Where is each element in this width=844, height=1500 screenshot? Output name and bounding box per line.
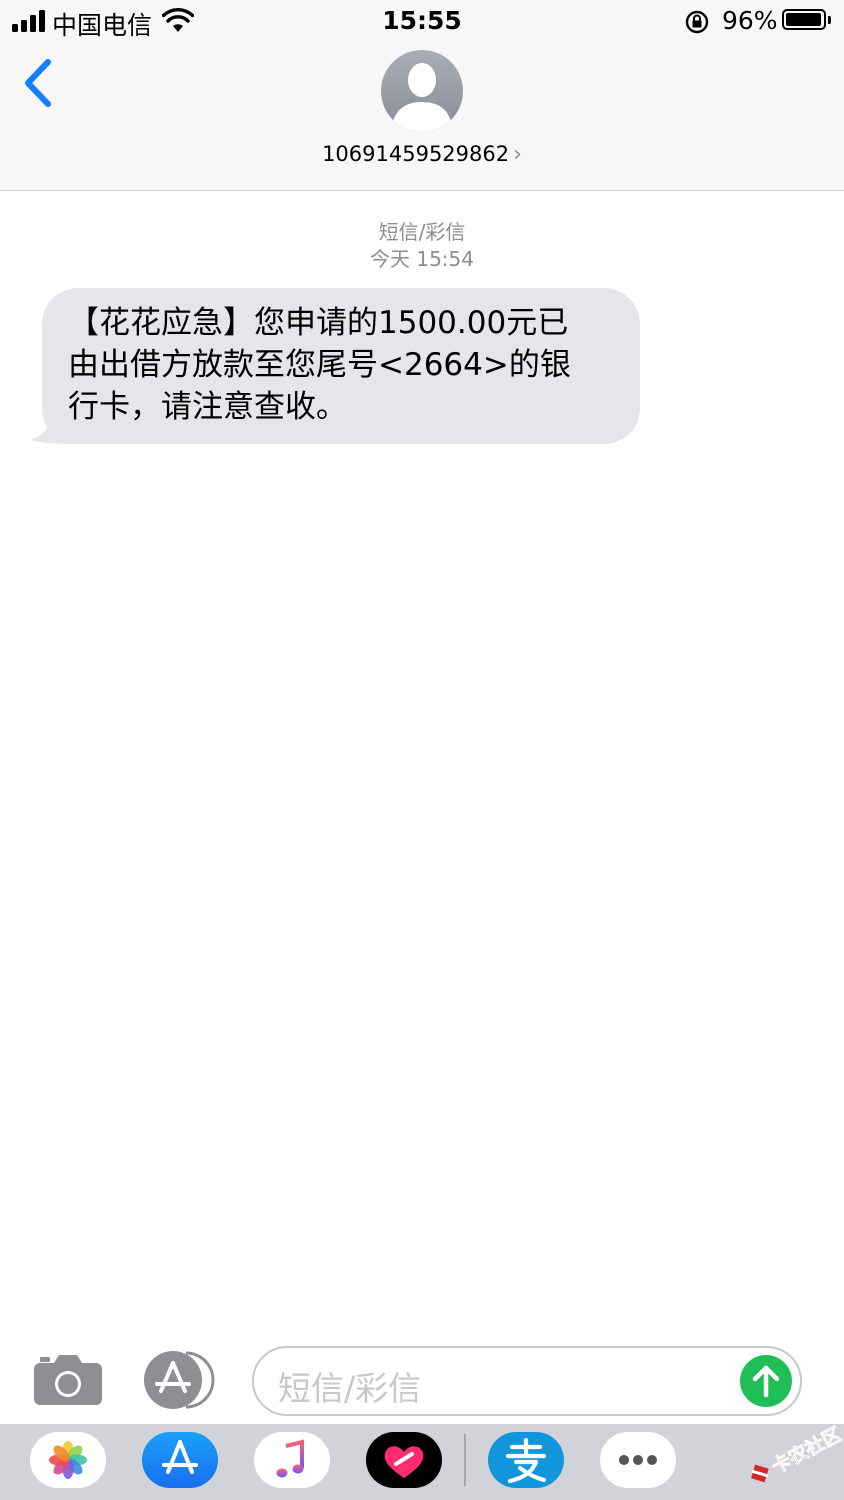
music-app-button[interactable]: [254, 1432, 330, 1488]
watermark-text: 卡农社区: [768, 1422, 842, 1478]
incoming-message-bubble[interactable]: 【花花应急】您申请的1500.00元已 由出借方放款至您尾号<2664>的银 行…: [42, 288, 640, 444]
contact-name[interactable]: 10691459529862 ›: [0, 142, 844, 167]
app-store-app-button[interactable]: [142, 1432, 218, 1488]
battery-percent: 96%: [722, 6, 778, 35]
app-drawer: [0, 1424, 844, 1500]
message-input-placeholder: 短信/彩信: [278, 1369, 422, 1408]
status-time: 15:55: [382, 6, 462, 35]
message-bubble-container: 【花花应急】您申请的1500.00元已 由出借方放款至您尾号<2664>的银 行…: [30, 288, 640, 444]
message-line: 行卡，请注意查收。: [68, 389, 347, 425]
person-silhouette-icon: [391, 63, 453, 132]
app-store-button[interactable]: [142, 1351, 216, 1409]
message-timestamp: 今天 15:54: [370, 247, 474, 271]
photos-app-button[interactable]: [30, 1432, 106, 1488]
rotation-lock-icon: [685, 10, 709, 34]
message-input[interactable]: 短信/彩信: [252, 1346, 802, 1416]
chevron-right-icon: ›: [513, 142, 522, 167]
alipay-app-button[interactable]: [488, 1432, 564, 1488]
arrow-up-icon: [752, 1365, 780, 1398]
send-button[interactable]: [740, 1355, 792, 1407]
service-label: 短信/彩信: [378, 220, 466, 244]
digital-touch-icon: [384, 1446, 424, 1478]
music-icon: [276, 1439, 304, 1478]
tray-divider: [464, 1434, 466, 1486]
alipay-icon: [505, 1437, 547, 1484]
message-line: 【花花应急】您申请的1500.00元已: [68, 305, 569, 341]
app-store-icon: [162, 1440, 198, 1474]
status-bar: 中国电信 15:55 96%: [0, 0, 844, 44]
watermark: 卡农社区: [751, 1422, 842, 1483]
digital-touch-app-button[interactable]: [366, 1432, 442, 1488]
contact-avatar[interactable]: [381, 50, 463, 132]
battery-icon: [782, 9, 831, 30]
camera-icon[interactable]: [34, 1355, 102, 1405]
more-icon: [619, 1455, 657, 1465]
photos-icon: [49, 1441, 87, 1479]
chevron-left-icon[interactable]: [20, 58, 56, 108]
contact-number: 10691459529862: [322, 142, 510, 166]
message-line: 由出借方放款至您尾号<2664>的银: [68, 347, 571, 383]
more-apps-button[interactable]: [600, 1432, 676, 1488]
